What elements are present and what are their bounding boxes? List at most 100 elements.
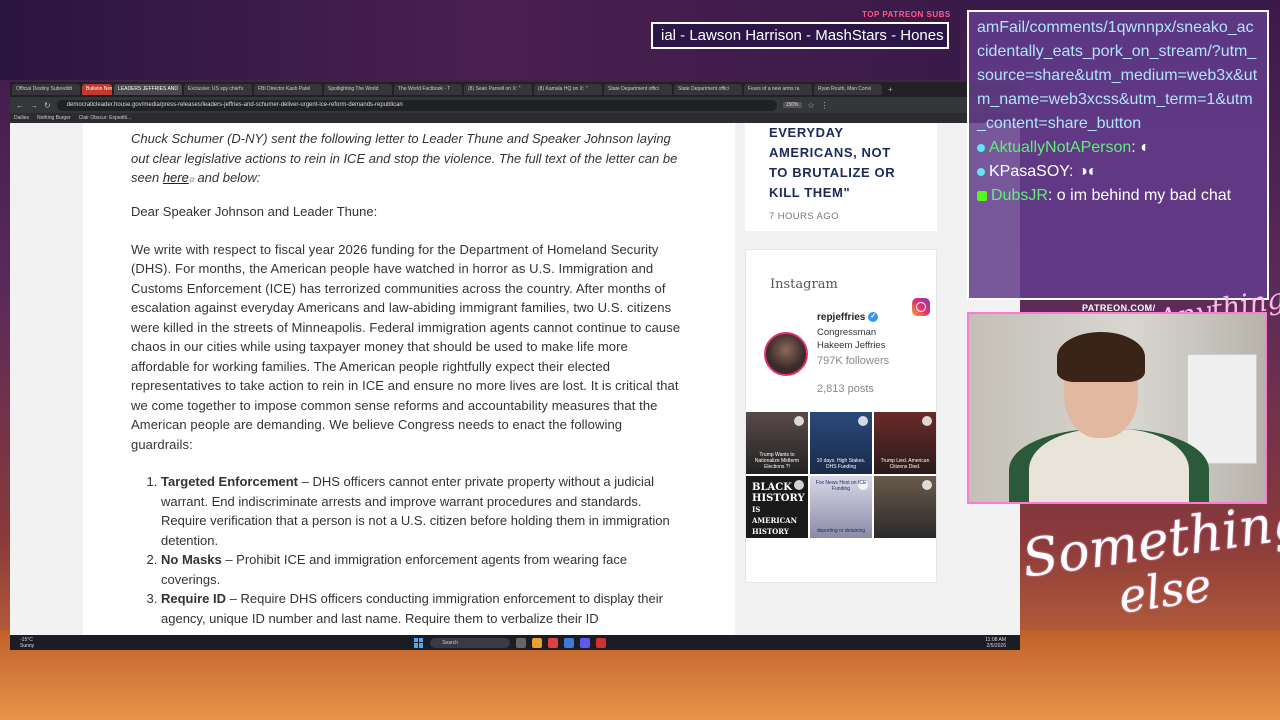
new-tab-icon[interactable]: + <box>884 85 897 94</box>
chat-badge-icon <box>977 167 985 176</box>
video-icon <box>794 416 804 426</box>
webcam-feed <box>967 312 1267 504</box>
instagram-handle[interactable]: repjeffries ✓ <box>817 312 879 323</box>
follower-count: 797K followers <box>817 355 890 367</box>
post-thumbnail[interactable]: Trump Lied. American Citizens Died. <box>874 412 936 474</box>
instagram-icon[interactable] <box>912 298 930 316</box>
guardrails-list: Targeted Enforcement – DHS officers cann… <box>131 472 687 628</box>
thumb-subcaption: deporting or detaining <box>816 528 866 534</box>
news-title[interactable]: EVERYDAY AMERICANS, NOT TO BRUTALIZE OR … <box>769 123 913 203</box>
webcam-shelf <box>1187 354 1257 464</box>
article-body: Chuck Schumer (D-NY) sent the following … <box>83 123 735 635</box>
browser-window: Official Destiny Subreddit Bulletin News… <box>10 82 1020 650</box>
list-item-text: – Prohibit ICE and immigration enforceme… <box>161 552 628 587</box>
thumb-caption: Trump Wants to Nationalize Midterm Elect… <box>754 452 800 470</box>
post-thumbnail[interactable]: BLACK HISTORY IS AMERICAN HISTORY <box>746 476 808 538</box>
article-intro: Chuck Schumer (D-NY) sent the following … <box>131 129 687 191</box>
back-icon[interactable]: ← <box>16 101 24 110</box>
zoom-badge[interactable]: 150% <box>782 102 802 108</box>
letter-salutation: Dear Speaker Johnson and Leader Thune: <box>131 203 378 219</box>
video-icon <box>858 416 868 426</box>
post-count: 2,813 posts <box>817 383 874 395</box>
clock-date: 2/5/2026 <box>986 642 1006 649</box>
instagram-widget: Instagram repjeffries ✓ Congressman Hakee… <box>745 249 937 583</box>
tab[interactable]: (8) Sean Parnell on X: " <box>464 84 532 95</box>
tab[interactable]: Spotlighting The World <box>324 84 392 95</box>
address-bar-row: ← → ↻ democraticleader.house.gov/media/p… <box>10 97 1020 113</box>
tab[interactable]: Exclusive: US spy chief's <box>184 84 252 95</box>
chat-message: AktuallyNotAPerson: ◐ <box>977 136 1259 160</box>
tab[interactable]: FBI Director Kash Patel <box>254 84 322 95</box>
chat-emote-icon: ◑◐ <box>1077 163 1098 180</box>
black-history-text: BLACK HISTORY IS AMERICAN HISTORY <box>752 482 805 537</box>
tab[interactable]: Ryan Routh, Man Convi <box>814 84 882 95</box>
file-explorer-icon[interactable] <box>532 637 543 648</box>
bookmark[interactable]: Nothing Burger <box>37 115 71 121</box>
news-timestamp: 7 HOURS AGO <box>769 211 839 222</box>
instagram-heading: Instagram <box>770 277 838 292</box>
taskbar-clock[interactable]: 11:08 AM 2/5/2026 <box>985 637 1006 649</box>
webcam-person-body <box>1009 429 1209 502</box>
taskbar-search[interactable]: Search <box>430 637 511 648</box>
bh-line: BLACK <box>752 482 792 493</box>
steam-icon[interactable] <box>564 637 575 648</box>
obs-icon[interactable] <box>596 637 607 648</box>
bookmark[interactable]: Dailies <box>14 115 29 121</box>
post-thumbnail[interactable]: Trump Wants to Nationalize Midterm Elect… <box>746 412 808 474</box>
tab[interactable]: The World Factbook - T <box>394 84 462 95</box>
tab-bar: Official Destiny Subreddit Bulletin News… <box>10 82 1020 97</box>
star-icon[interactable]: ☆ <box>808 101 815 110</box>
gallery-icon <box>922 480 932 490</box>
something-else-logo: Something else <box>1019 491 1280 635</box>
weather-widget[interactable]: -15°C Sunny <box>20 637 34 649</box>
profile-description: Congressman Hakeem Jeffries <box>817 326 885 352</box>
task-view-icon[interactable] <box>516 637 527 648</box>
chat-emote-icon: ◐ <box>1140 139 1150 156</box>
chat-message: KPasaSOY: ◑◐ <box>977 160 1259 184</box>
tab[interactable]: (8) Kamala HQ on X: " <box>534 84 602 95</box>
bh-line: IS <box>752 505 761 514</box>
post-thumbnail[interactable]: 10 days. High Stakes. DHS Funding <box>810 412 872 474</box>
chat-username: DubsJR <box>991 187 1048 204</box>
stream-chat: amFail/comments/1qwnnpx/sneako_accidenta… <box>967 10 1269 300</box>
discord-icon[interactable] <box>580 637 591 648</box>
bookmark[interactable]: Clair Obscur: Expediti... <box>79 115 132 121</box>
tab-active[interactable]: LEADERS JEFFRIES AND <box>114 84 182 95</box>
chat-badge-icon <box>977 143 985 152</box>
list-item: Targeted Enforcement – DHS officers cann… <box>161 472 687 550</box>
thumb-caption: Fox News Host on ICE Funding <box>815 480 867 492</box>
url-input[interactable]: democraticleader.house.gov/media/press-r… <box>56 99 777 111</box>
post-grid: Trump Wants to Nationalize Midterm Elect… <box>746 412 936 538</box>
kick-badge-icon <box>977 190 987 201</box>
tab[interactable]: State Department offici <box>674 84 742 95</box>
post-thumbnail[interactable]: Fox News Host on ICE Funding deporting or… <box>810 476 872 538</box>
tab[interactable]: State Department offici <box>604 84 672 95</box>
reload-icon[interactable]: ↻ <box>44 101 51 110</box>
ticker-label: TOP PATREON SUBS <box>862 10 951 19</box>
bh-line: AMERICAN <box>752 516 798 525</box>
tab[interactable]: Bulletin News <box>82 84 112 95</box>
verified-icon: ✓ <box>868 312 879 323</box>
tab[interactable]: Official Destiny Subreddit <box>12 84 80 95</box>
chat-username: AktuallyNotAPerson <box>989 139 1132 156</box>
list-item-text: – Require DHS officers conducting immigr… <box>161 591 663 626</box>
list-item-title: No Masks <box>161 552 222 567</box>
browser-icon[interactable] <box>548 637 559 648</box>
news-card[interactable]: EVERYDAY AMERICANS, NOT TO BRUTALIZE OR … <box>745 123 937 231</box>
tab[interactable]: Fears of a new arms ra <box>744 84 812 95</box>
here-link[interactable]: here <box>163 170 189 185</box>
patreon-ticker: ial - Lawson Harrison - MashStars - Hone… <box>651 22 949 49</box>
chat-message: DubsJR: o im behind my bad chat <box>977 184 1259 208</box>
windows-taskbar: -15°C Sunny Search 11:08 AM 2/5/2026 <box>10 635 1020 650</box>
bookmarks-bar: Dailies Nothing Burger Clair Obscur: Exp… <box>10 113 1020 123</box>
forward-icon[interactable]: → <box>30 101 38 110</box>
avatar[interactable] <box>764 332 808 376</box>
start-icon[interactable] <box>414 637 424 648</box>
bh-line: HISTORY <box>752 527 789 536</box>
webcam-person-hair <box>1057 332 1145 382</box>
sidebar: EVERYDAY AMERICANS, NOT TO BRUTALIZE OR … <box>745 123 937 635</box>
post-thumbnail[interactable] <box>874 476 936 538</box>
menu-icon[interactable]: ⋮ <box>821 101 829 110</box>
list-item: Require ID – Require DHS officers conduc… <box>161 589 687 628</box>
bh-line: HISTORY <box>752 493 805 504</box>
